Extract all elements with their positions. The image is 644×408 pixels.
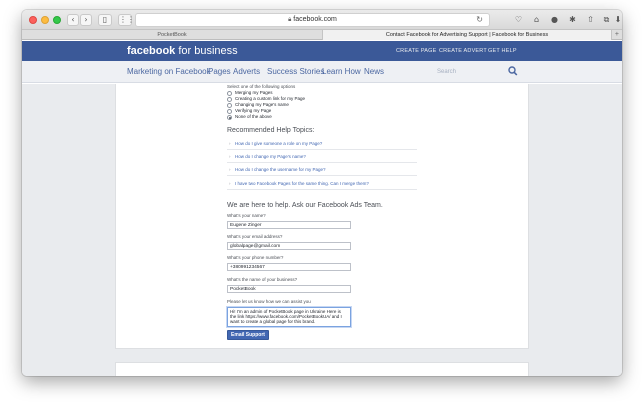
- subnav-adverts[interactable]: Adverts: [233, 66, 260, 78]
- topic-text: How do I change my Page's name?: [235, 154, 306, 159]
- topic-text: I have two Facebook Pages for the same t…: [235, 181, 369, 186]
- subnav-news[interactable]: News: [364, 66, 384, 78]
- tab-bar: PocketBook Contact Facebook for Advertis…: [22, 30, 622, 40]
- topic-text: How do I give someone a role on my Page?: [235, 141, 323, 146]
- radio-icon[interactable]: [227, 96, 232, 102]
- radio-icon[interactable]: [227, 90, 232, 96]
- radio-icon[interactable]: [227, 102, 232, 108]
- browser-toolbar: ‹ › ▯ ⋮⋮ 🔒︎ facebook.com ↻ ♡ ⌂ ● ✱ ⇧ ⧉ ⬇: [22, 10, 622, 30]
- nav-create-page[interactable]: CREATE PAGE: [396, 47, 437, 55]
- pocket-icon[interactable]: ♡: [512, 14, 525, 26]
- logo-light: for business: [175, 45, 238, 57]
- help-heading: We are here to help. Ask our Facebook Ad…: [227, 202, 383, 209]
- search-icon[interactable]: [508, 65, 518, 77]
- tab-pocketbook[interactable]: PocketBook: [22, 30, 322, 40]
- subnav-marketing[interactable]: Marketing on Facebook: [127, 66, 211, 78]
- business-label: What's the name of your business?: [227, 277, 298, 282]
- minimize-window-icon[interactable]: [41, 16, 49, 24]
- download-icon[interactable]: ⬇: [614, 14, 622, 26]
- sub-navigation: Marketing on Facebook Pages Adverts Succ…: [22, 61, 622, 83]
- close-window-icon[interactable]: [29, 16, 37, 24]
- lock-icon: 🔒︎: [288, 17, 292, 23]
- radio-icon[interactable]: [227, 108, 232, 114]
- topic-text: How do I change the username for my Page…: [235, 167, 326, 172]
- email-label: What's your email address?: [227, 234, 283, 239]
- topic-link-merge[interactable]: › I have two Facebook Pages for the same …: [227, 178, 417, 190]
- subnav-learn-how[interactable]: Learn How: [322, 66, 361, 78]
- radio-selected-icon[interactable]: [227, 114, 232, 120]
- reload-icon[interactable]: ↻: [476, 14, 483, 26]
- logo-bold: facebook: [127, 45, 176, 57]
- chevron-right-icon: ›: [229, 141, 231, 146]
- home-icon[interactable]: ⌂: [530, 14, 543, 26]
- fb-business-logo[interactable]: facebook for business: [127, 44, 238, 58]
- email-field[interactable]: globalpage@gmail.com: [227, 242, 351, 250]
- subnav-pages[interactable]: Pages: [208, 66, 231, 78]
- address-bar[interactable]: 🔒︎ facebook.com ↻: [135, 13, 490, 27]
- phone-field[interactable]: +380991234567: [227, 263, 351, 271]
- chevron-right-icon: ›: [229, 154, 231, 159]
- fb-header: facebook for business CREATE PAGE CREATE…: [22, 41, 622, 61]
- topic-link-change-name[interactable]: › How do I change my Page's name?: [227, 151, 417, 163]
- name-label: What's your name?: [227, 213, 266, 218]
- back-icon[interactable]: ‹: [67, 14, 79, 26]
- search-input[interactable]: Search: [437, 67, 456, 77]
- business-field[interactable]: PocketBook: [227, 285, 351, 293]
- chevron-right-icon: ›: [229, 167, 231, 172]
- footer-card: [115, 362, 529, 376]
- topic-link-username[interactable]: › How do I change the username for my Pag…: [227, 164, 417, 176]
- tab-contact-facebook[interactable]: Contact Facebook for Advertising Support…: [322, 30, 612, 40]
- new-tab-icon[interactable]: +: [615, 30, 619, 40]
- address-url: facebook.com: [293, 16, 337, 23]
- share-icon[interactable]: ⇧: [584, 14, 597, 26]
- subnav-success-stories[interactable]: Success Stories: [267, 66, 324, 78]
- sidebar-icon[interactable]: ▯: [98, 14, 112, 26]
- topic-link-role[interactable]: › How do I give someone a role on my Page…: [227, 138, 417, 150]
- nav-create-advert[interactable]: CREATE ADVERT: [439, 47, 487, 55]
- grid-icon[interactable]: ⋮⋮: [118, 14, 135, 26]
- zoom-window-icon[interactable]: [53, 16, 61, 24]
- puzzle-icon[interactable]: ✱: [566, 14, 579, 26]
- phone-label: What's your phone number?: [227, 255, 284, 260]
- extension-icon[interactable]: ●: [548, 14, 561, 26]
- chevron-right-icon: ›: [229, 181, 231, 186]
- topics-heading: Recommended Help Topics:: [227, 127, 315, 134]
- email-support-button[interactable]: Email Support: [227, 330, 269, 340]
- tabs-icon[interactable]: ⧉: [600, 14, 613, 26]
- message-label: Please let us know how we can assist you: [227, 299, 311, 304]
- name-field[interactable]: Eugene Zinger: [227, 221, 351, 229]
- nav-get-help[interactable]: GET HELP: [488, 47, 517, 55]
- browser-window: ‹ › ▯ ⋮⋮ 🔒︎ facebook.com ↻ ♡ ⌂ ● ✱ ⇧ ⧉ ⬇ …: [22, 10, 622, 376]
- message-textarea[interactable]: Hi! I'm an admin of PocketBook page in U…: [227, 307, 351, 327]
- option-label: None of the above: [235, 114, 272, 119]
- forward-icon[interactable]: ›: [80, 14, 92, 26]
